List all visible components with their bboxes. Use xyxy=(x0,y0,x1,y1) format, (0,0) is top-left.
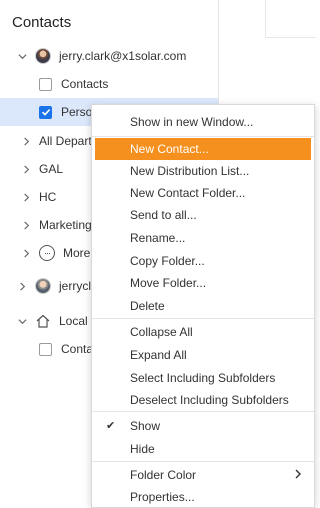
menu-item-move-folder[interactable]: Move Folder... xyxy=(92,272,314,294)
menu-item-label: Expand All xyxy=(130,348,187,362)
folder-checkbox[interactable] xyxy=(39,77,52,91)
menu-item-label: New Contact Folder... xyxy=(130,186,246,200)
more-icon: ··· xyxy=(39,245,55,261)
menu-item-select-including-subfolders[interactable]: Select Including Subfolders xyxy=(92,367,314,389)
menu-item-label: Delete xyxy=(130,299,165,313)
menu-item-properties[interactable]: Properties... xyxy=(92,486,314,508)
avatar xyxy=(35,278,51,294)
menu-item-folder-color[interactable]: Folder Color xyxy=(92,464,314,486)
menu-item-label: Show xyxy=(130,419,161,433)
menu-item-label: Deselect Including Subfolders xyxy=(130,393,289,407)
contacts-app: Contacts jerry.clark@x1solar.com Contact… xyxy=(0,0,316,508)
menu-separator xyxy=(92,136,314,137)
menu-item-label: New Distribution List... xyxy=(130,164,250,178)
menu-item-label: Show in new Window... xyxy=(130,115,254,129)
folder-row-contacts[interactable]: Contacts xyxy=(0,70,218,98)
menu-item-hide[interactable]: Hide xyxy=(92,438,314,460)
menu-item-label: Copy Folder... xyxy=(130,254,205,268)
folder-label: Contacts xyxy=(61,77,109,91)
checkmark-icon: ✔ xyxy=(106,420,116,432)
menu-item-show-in-new-window[interactable]: Show in new Window... xyxy=(92,111,314,133)
menu-item-label: Move Folder... xyxy=(130,276,207,290)
menu-item-label: Select Including Subfolders xyxy=(130,371,276,385)
menu-item-copy-folder[interactable]: Copy Folder... xyxy=(92,250,314,272)
menu-item-label: Send to all... xyxy=(130,208,197,222)
chevron-right-icon[interactable] xyxy=(21,248,31,258)
menu-item-new-contact-folder[interactable]: New Contact Folder... xyxy=(92,182,314,204)
menu-item-label: Folder Color xyxy=(130,468,197,482)
menu-item-new-distribution-list[interactable]: New Distribution List... xyxy=(92,160,314,182)
menu-separator xyxy=(92,411,314,412)
chevron-right-icon[interactable] xyxy=(21,164,31,174)
chevron-right-icon[interactable] xyxy=(21,192,31,202)
folder-checkbox-checked[interactable] xyxy=(39,105,52,119)
chevron-down-icon[interactable] xyxy=(17,316,27,326)
more-label: More xyxy=(63,246,91,260)
menu-separator xyxy=(92,461,314,462)
menu-item-expand-all[interactable]: Expand All xyxy=(92,344,314,366)
group-label: HC xyxy=(39,190,57,204)
menu-item-label: Collapse All xyxy=(130,325,193,339)
menu-item-label: New Contact... xyxy=(130,142,209,156)
menu-separator xyxy=(92,318,314,319)
chevron-right-icon[interactable] xyxy=(17,281,27,291)
menu-item-label: Rename... xyxy=(130,231,186,245)
avatar xyxy=(35,48,51,64)
menu-item-show[interactable]: ✔ Show xyxy=(92,415,314,437)
chevron-down-icon[interactable] xyxy=(17,51,27,61)
menu-item-rename[interactable]: Rename... xyxy=(92,227,314,249)
menu-item-new-contact[interactable]: New Contact... xyxy=(95,138,311,160)
sidebar-title: Contacts xyxy=(12,14,72,31)
account-row-jerry-clark[interactable]: jerry.clark@x1solar.com xyxy=(0,42,218,70)
folder-checkbox[interactable] xyxy=(39,342,52,356)
group-label: Marketing xyxy=(39,218,92,232)
folder-context-menu: Show in new Window... New Contact... New… xyxy=(91,104,315,508)
menu-item-collapse-all[interactable]: Collapse All xyxy=(92,321,314,343)
house-icon xyxy=(36,314,50,328)
menu-item-send-to-all[interactable]: Send to all... xyxy=(92,204,314,226)
chevron-right-icon[interactable] xyxy=(21,136,31,146)
menu-item-deselect-including-subfolders[interactable]: Deselect Including Subfolders xyxy=(92,389,314,411)
group-label: GAL xyxy=(39,162,64,176)
list-header-strip xyxy=(265,0,316,38)
menu-item-label: Hide xyxy=(130,442,155,456)
menu-item-label: Properties... xyxy=(130,490,195,504)
chevron-right-icon xyxy=(295,469,301,479)
chevron-right-icon[interactable] xyxy=(21,220,31,230)
menu-item-delete[interactable]: Delete xyxy=(92,295,314,317)
account-label: jerry.clark@x1solar.com xyxy=(59,49,187,63)
